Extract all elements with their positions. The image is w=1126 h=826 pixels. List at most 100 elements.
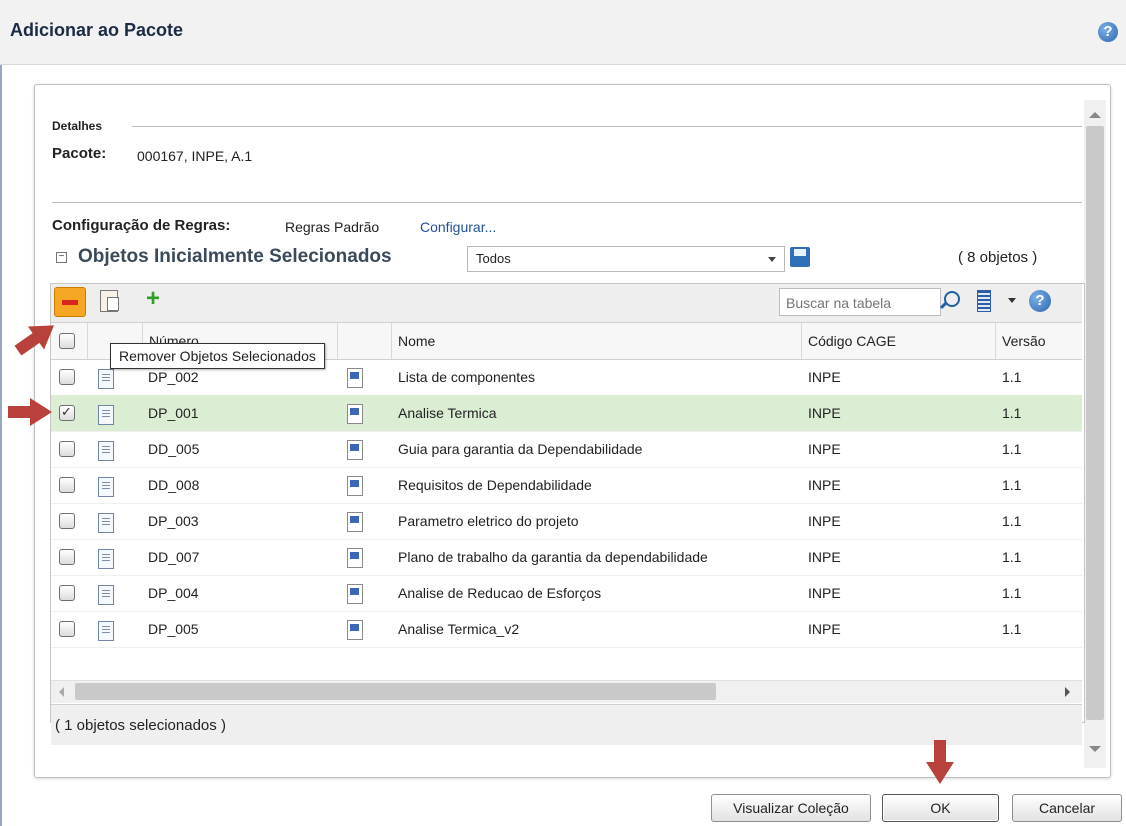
cell-numero[interactable]: DP_004 xyxy=(148,575,199,611)
row-checkbox[interactable] xyxy=(59,477,75,493)
add-icon[interactable]: + xyxy=(143,287,163,311)
table-help-icon[interactable]: ? xyxy=(1029,290,1051,312)
cell-codigo-cage: INPE xyxy=(808,369,841,385)
regras-value: Regras Padrão xyxy=(285,219,380,235)
cell-versao: 1.1 xyxy=(1002,441,1022,457)
cell-codigo-cage: INPE xyxy=(808,549,841,565)
details-label: Detalhes xyxy=(52,119,103,133)
row-checkbox-checked[interactable] xyxy=(59,404,75,421)
cell-nome[interactable]: Lista de componentes xyxy=(398,359,535,395)
cell-codigo-cage: INPE xyxy=(808,477,841,493)
cell-nome[interactable]: Analise de Reducao de Esforços xyxy=(398,575,601,611)
search-icon[interactable] xyxy=(944,291,960,307)
table-row[interactable]: DD_005 Guia para garantia da Dependabili… xyxy=(51,431,1082,468)
filter-select[interactable]: Todos xyxy=(467,246,785,272)
cell-codigo-cage: INPE xyxy=(808,405,841,421)
word-doc-icon xyxy=(347,368,363,388)
word-doc-icon xyxy=(347,440,363,460)
regras-label: Configuração de Regras: xyxy=(52,217,231,234)
cell-numero[interactable]: DD_008 xyxy=(148,467,199,503)
left-border-line xyxy=(0,0,2,826)
header-nome[interactable]: Nome xyxy=(392,323,802,359)
table-row-selected[interactable]: DP_001 Analise Termica INPE 1.1 xyxy=(51,395,1082,432)
vertical-scrollbar[interactable] xyxy=(1084,100,1106,768)
document-icon xyxy=(98,513,114,533)
cell-numero[interactable]: DP_003 xyxy=(148,503,199,539)
filter-value: Todos xyxy=(476,251,511,266)
section-divider xyxy=(52,202,1082,203)
scroll-down-icon[interactable] xyxy=(1089,746,1101,752)
pacote-label: Pacote: xyxy=(52,145,107,162)
visualizar-colecao-button[interactable]: Visualizar Coleção xyxy=(711,794,871,822)
row-checkbox[interactable] xyxy=(59,549,75,565)
row-checkbox[interactable] xyxy=(59,621,75,637)
cell-codigo-cage: INPE xyxy=(808,441,841,457)
configurar-link[interactable]: Configurar... xyxy=(420,219,496,235)
word-doc-icon xyxy=(347,476,363,496)
search-field[interactable] xyxy=(779,288,941,316)
row-checkbox[interactable] xyxy=(59,441,75,457)
search-input[interactable] xyxy=(784,291,938,315)
cell-versao: 1.1 xyxy=(1002,549,1022,565)
cell-nome[interactable]: Analise Termica xyxy=(398,395,497,431)
cell-nome[interactable]: Analise Termica_v2 xyxy=(398,611,519,647)
cell-nome[interactable]: Plano de trabalho da garantia da dependa… xyxy=(398,539,708,575)
document-icon xyxy=(98,369,114,389)
save-icon[interactable] xyxy=(790,247,810,267)
scroll-right-icon[interactable] xyxy=(1065,687,1070,697)
cell-numero[interactable]: DD_007 xyxy=(148,539,199,575)
table-row[interactable]: DP_005 Analise Termica_v2 INPE 1.1 xyxy=(51,611,1082,648)
scroll-up-icon[interactable] xyxy=(1089,112,1101,118)
ok-button[interactable]: OK xyxy=(882,794,999,822)
document-icon xyxy=(98,441,114,461)
table-row[interactable]: DD_007 Plano de trabalho da garantia da … xyxy=(51,539,1082,576)
document-icon xyxy=(98,477,114,497)
horizontal-scroll-thumb[interactable] xyxy=(75,683,716,700)
paste-icon[interactable] xyxy=(100,290,119,312)
word-doc-icon xyxy=(347,548,363,568)
cell-versao: 1.1 xyxy=(1002,405,1022,421)
cell-numero[interactable]: DP_005 xyxy=(148,611,199,647)
header-type-cell xyxy=(338,323,392,359)
header-codigo-cage[interactable]: Código CAGE xyxy=(802,323,996,359)
scroll-left-icon[interactable] xyxy=(59,687,64,697)
cell-versao: 1.1 xyxy=(1002,369,1022,385)
cell-numero[interactable]: DD_005 xyxy=(148,431,199,467)
columns-icon[interactable] xyxy=(977,290,991,312)
cell-codigo-cage: INPE xyxy=(808,621,841,637)
cell-nome[interactable]: Guia para garantia da Dependabilidade xyxy=(398,431,642,467)
document-icon xyxy=(98,405,114,425)
scroll-thumb[interactable] xyxy=(1086,126,1104,720)
cell-codigo-cage: INPE xyxy=(808,585,841,601)
row-checkbox[interactable] xyxy=(59,585,75,601)
horizontal-scrollbar[interactable] xyxy=(51,680,1082,703)
cell-nome[interactable]: Requisitos de Dependabilidade xyxy=(398,467,592,503)
row-checkbox[interactable] xyxy=(59,369,75,385)
pacote-value: 000167, INPE, A.1 xyxy=(137,148,253,164)
cancel-button[interactable]: Cancelar xyxy=(1012,794,1122,822)
table-row[interactable]: DD_008 Requisitos de Dependabilidade INP… xyxy=(51,467,1082,504)
cell-versao: 1.1 xyxy=(1002,585,1022,601)
cell-versao: 1.1 xyxy=(1002,513,1022,529)
word-doc-icon xyxy=(347,512,363,532)
document-icon xyxy=(98,549,114,569)
cell-numero[interactable]: DP_001 xyxy=(148,395,199,431)
word-doc-icon xyxy=(347,584,363,604)
section-title: Objetos Inicialmente Selecionados xyxy=(78,246,392,267)
word-doc-icon xyxy=(347,620,363,640)
details-divider xyxy=(132,126,1082,127)
collapse-icon[interactable]: − xyxy=(56,252,67,263)
cell-nome[interactable]: Parametro eletrico do projeto xyxy=(398,503,579,539)
remove-selected-button[interactable] xyxy=(54,287,86,317)
table-row[interactable]: DP_003 Parametro eletrico do projeto INP… xyxy=(51,503,1082,540)
table-footer: ( 1 objetos selecionados ) xyxy=(51,704,1082,745)
annotation-arrow-icon xyxy=(8,398,52,426)
table-row[interactable]: DP_004 Analise de Reducao de Esforços IN… xyxy=(51,575,1082,612)
annotation-arrow-icon xyxy=(926,740,954,784)
header-versao[interactable]: Versão xyxy=(996,323,1082,359)
row-checkbox[interactable] xyxy=(59,513,75,529)
columns-chevron-down-icon[interactable] xyxy=(1008,298,1016,303)
cell-codigo-cage: INPE xyxy=(808,513,841,529)
help-icon[interactable]: ? xyxy=(1098,22,1118,42)
cell-versao: 1.1 xyxy=(1002,621,1022,637)
